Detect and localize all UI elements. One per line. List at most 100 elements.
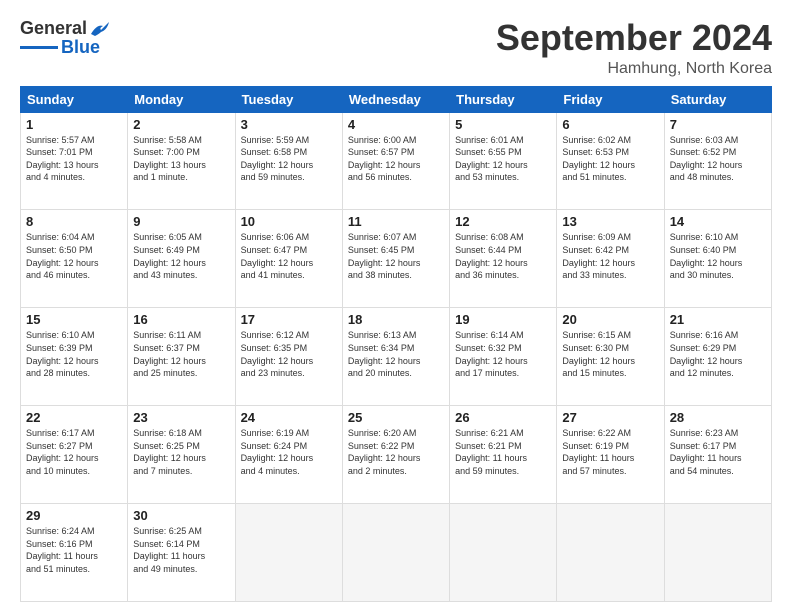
week-row-3: 15 Sunrise: 6:10 AMSunset: 6:39 PMDayligh…: [21, 308, 772, 406]
table-cell: 4 Sunrise: 6:00 AMSunset: 6:57 PMDaylight…: [342, 112, 449, 210]
day-number: 4: [348, 117, 444, 132]
col-friday: Friday: [557, 86, 664, 112]
day-info: Sunrise: 6:13 AMSunset: 6:34 PMDaylight:…: [348, 329, 444, 379]
day-info: Sunrise: 6:06 AMSunset: 6:47 PMDaylight:…: [241, 231, 337, 281]
table-cell: 6 Sunrise: 6:02 AMSunset: 6:53 PMDaylight…: [557, 112, 664, 210]
table-cell: 22 Sunrise: 6:17 AMSunset: 6:27 PMDayligh…: [21, 406, 128, 504]
day-number: 18: [348, 312, 444, 327]
day-info: Sunrise: 6:10 AMSunset: 6:40 PMDaylight:…: [670, 231, 766, 281]
table-cell: [664, 504, 771, 602]
day-info: Sunrise: 6:16 AMSunset: 6:29 PMDaylight:…: [670, 329, 766, 379]
day-info: Sunrise: 6:18 AMSunset: 6:25 PMDaylight:…: [133, 427, 229, 477]
day-info: Sunrise: 6:00 AMSunset: 6:57 PMDaylight:…: [348, 134, 444, 184]
day-number: 20: [562, 312, 658, 327]
day-number: 3: [241, 117, 337, 132]
day-info: Sunrise: 6:21 AMSunset: 6:21 PMDaylight:…: [455, 427, 551, 477]
day-number: 1: [26, 117, 122, 132]
day-info: Sunrise: 6:09 AMSunset: 6:42 PMDaylight:…: [562, 231, 658, 281]
week-row-2: 8Sunrise: 6:04 AMSunset: 6:50 PMDaylight…: [21, 210, 772, 308]
day-info: Sunrise: 5:57 AMSunset: 7:01 PMDaylight:…: [26, 134, 122, 184]
day-number: 30: [133, 508, 229, 523]
table-cell: 11 Sunrise: 6:07 AMSunset: 6:45 PMDayligh…: [342, 210, 449, 308]
table-cell: 20 Sunrise: 6:15 AMSunset: 6:30 PMDayligh…: [557, 308, 664, 406]
table-cell: 10 Sunrise: 6:06 AMSunset: 6:47 PMDayligh…: [235, 210, 342, 308]
day-number: 12: [455, 214, 551, 229]
table-cell: 5 Sunrise: 6:01 AMSunset: 6:55 PMDaylight…: [450, 112, 557, 210]
table-cell: [557, 504, 664, 602]
logo-blue-row: Blue: [20, 37, 100, 58]
table-cell: 16Sunrise: 6:11 AMSunset: 6:37 PMDayligh…: [128, 308, 235, 406]
table-cell: 18 Sunrise: 6:13 AMSunset: 6:34 PMDayligh…: [342, 308, 449, 406]
table-cell: 24Sunrise: 6:19 AMSunset: 6:24 PMDayligh…: [235, 406, 342, 504]
col-sunday: Sunday: [21, 86, 128, 112]
day-number: 28: [670, 410, 766, 425]
logo-blue-text: Blue: [61, 37, 100, 58]
day-number: 9: [133, 214, 229, 229]
calendar-table: Sunday Monday Tuesday Wednesday Thursday…: [20, 86, 772, 602]
table-cell: 7Sunrise: 6:03 AMSunset: 6:52 PMDaylight…: [664, 112, 771, 210]
table-cell: 13 Sunrise: 6:09 AMSunset: 6:42 PMDayligh…: [557, 210, 664, 308]
day-info: Sunrise: 6:14 AMSunset: 6:32 PMDaylight:…: [455, 329, 551, 379]
month-title: September 2024: [496, 18, 772, 58]
day-info: Sunrise: 6:12 AMSunset: 6:35 PMDaylight:…: [241, 329, 337, 379]
day-number: 26: [455, 410, 551, 425]
day-number: 6: [562, 117, 658, 132]
week-row-1: 1 Sunrise: 5:57 AMSunset: 7:01 PMDaylight…: [21, 112, 772, 210]
day-number: 25: [348, 410, 444, 425]
table-cell: 8Sunrise: 6:04 AMSunset: 6:50 PMDaylight…: [21, 210, 128, 308]
day-info: Sunrise: 6:01 AMSunset: 6:55 PMDaylight:…: [455, 134, 551, 184]
title-block: September 2024 Hamhung, North Korea: [496, 18, 772, 78]
col-monday: Monday: [128, 86, 235, 112]
table-cell: 1 Sunrise: 5:57 AMSunset: 7:01 PMDaylight…: [21, 112, 128, 210]
day-number: 14: [670, 214, 766, 229]
table-cell: 2 Sunrise: 5:58 AMSunset: 7:00 PMDaylight…: [128, 112, 235, 210]
table-cell: [235, 504, 342, 602]
day-info: Sunrise: 6:03 AMSunset: 6:52 PMDaylight:…: [670, 134, 766, 184]
table-cell: 3Sunrise: 5:59 AMSunset: 6:58 PMDaylight…: [235, 112, 342, 210]
table-cell: 23Sunrise: 6:18 AMSunset: 6:25 PMDayligh…: [128, 406, 235, 504]
day-info: Sunrise: 6:15 AMSunset: 6:30 PMDaylight:…: [562, 329, 658, 379]
logo: General Blue: [20, 18, 111, 58]
table-cell: 26 Sunrise: 6:21 AMSunset: 6:21 PMDayligh…: [450, 406, 557, 504]
day-number: 29: [26, 508, 122, 523]
col-wednesday: Wednesday: [342, 86, 449, 112]
day-info: Sunrise: 6:10 AMSunset: 6:39 PMDaylight:…: [26, 329, 122, 379]
logo-brand: General: [20, 18, 111, 39]
table-cell: 21 Sunrise: 6:16 AMSunset: 6:29 PMDayligh…: [664, 308, 771, 406]
table-cell: 9 Sunrise: 6:05 AMSunset: 6:49 PMDaylight…: [128, 210, 235, 308]
day-number: 21: [670, 312, 766, 327]
day-info: Sunrise: 6:07 AMSunset: 6:45 PMDaylight:…: [348, 231, 444, 281]
day-info: Sunrise: 6:22 AMSunset: 6:19 PMDaylight:…: [562, 427, 658, 477]
table-cell: 17Sunrise: 6:12 AMSunset: 6:35 PMDayligh…: [235, 308, 342, 406]
day-number: 24: [241, 410, 337, 425]
table-cell: 30 Sunrise: 6:25 AMSunset: 6:14 PMDayligh…: [128, 504, 235, 602]
day-number: 2: [133, 117, 229, 132]
day-number: 10: [241, 214, 337, 229]
table-cell: 15 Sunrise: 6:10 AMSunset: 6:39 PMDayligh…: [21, 308, 128, 406]
table-cell: 25Sunrise: 6:20 AMSunset: 6:22 PMDayligh…: [342, 406, 449, 504]
day-number: 15: [26, 312, 122, 327]
logo-bird-icon: [89, 20, 111, 38]
day-info: Sunrise: 6:25 AMSunset: 6:14 PMDaylight:…: [133, 525, 229, 575]
table-cell: 12 Sunrise: 6:08 AMSunset: 6:44 PMDayligh…: [450, 210, 557, 308]
col-thursday: Thursday: [450, 86, 557, 112]
day-info: Sunrise: 6:08 AMSunset: 6:44 PMDaylight:…: [455, 231, 551, 281]
table-cell: 28Sunrise: 6:23 AMSunset: 6:17 PMDayligh…: [664, 406, 771, 504]
header: General Blue September 2024 Hamhung, Nor…: [20, 18, 772, 78]
day-info: Sunrise: 6:02 AMSunset: 6:53 PMDaylight:…: [562, 134, 658, 184]
day-number: 5: [455, 117, 551, 132]
day-number: 11: [348, 214, 444, 229]
day-number: 13: [562, 214, 658, 229]
day-info: Sunrise: 5:58 AMSunset: 7:00 PMDaylight:…: [133, 134, 229, 184]
day-info: Sunrise: 6:17 AMSunset: 6:27 PMDaylight:…: [26, 427, 122, 477]
table-cell: 29 Sunrise: 6:24 AMSunset: 6:16 PMDayligh…: [21, 504, 128, 602]
day-info: Sunrise: 6:24 AMSunset: 6:16 PMDaylight:…: [26, 525, 122, 575]
table-cell: 19 Sunrise: 6:14 AMSunset: 6:32 PMDayligh…: [450, 308, 557, 406]
day-number: 19: [455, 312, 551, 327]
day-number: 27: [562, 410, 658, 425]
calendar-header-row: Sunday Monday Tuesday Wednesday Thursday…: [21, 86, 772, 112]
day-number: 22: [26, 410, 122, 425]
day-info: Sunrise: 6:05 AMSunset: 6:49 PMDaylight:…: [133, 231, 229, 281]
table-cell: 27 Sunrise: 6:22 AMSunset: 6:19 PMDayligh…: [557, 406, 664, 504]
location: Hamhung, North Korea: [496, 60, 772, 78]
